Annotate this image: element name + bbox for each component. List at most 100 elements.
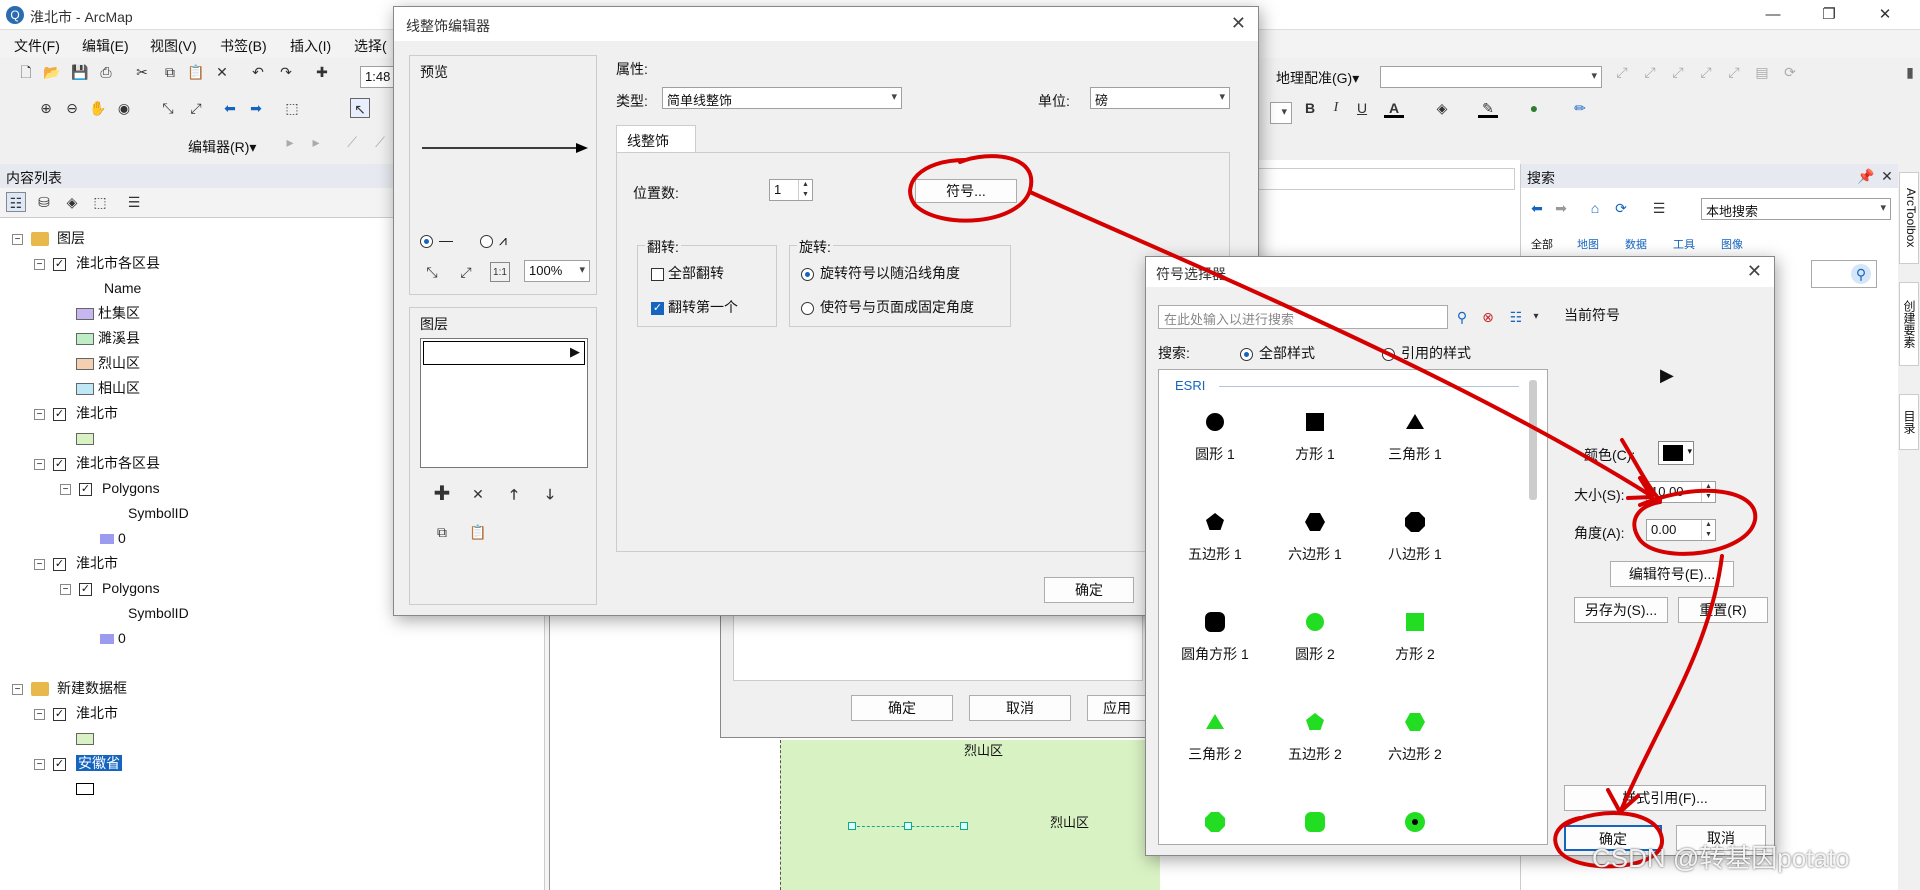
- scale-combo[interactable]: 1:48: [360, 66, 396, 88]
- symbol-item[interactable]: 八边形 1: [1375, 504, 1455, 564]
- move-down-icon[interactable]: 🡓: [540, 484, 560, 504]
- trace-icon[interactable]: ⟋: [370, 132, 390, 152]
- ok-button[interactable]: 确定: [851, 695, 953, 721]
- unit-combo[interactable]: 磅 ▾: [1090, 87, 1230, 109]
- undo-icon[interactable]: ↶: [248, 62, 268, 82]
- forward-icon[interactable]: ➡: [246, 98, 266, 118]
- table-icon[interactable]: ▤: [1752, 62, 1772, 82]
- options-icon[interactable]: ☰: [1649, 198, 1669, 218]
- symbol-item[interactable]: 三角形 2: [1175, 704, 1255, 764]
- tree-polygons[interactable]: − ✓ Polygons: [60, 478, 160, 498]
- symbol-gallery[interactable]: ESRI 圆形 1 方形 1 三角形 1 五边形 1 六边形 1 八边形 1 圆角方形 1 圆…: [1158, 369, 1548, 845]
- symbol-item[interactable]: 圆角方形 1: [1175, 604, 1255, 664]
- symbol-button[interactable]: 符号...: [915, 179, 1017, 203]
- list-by-source-icon[interactable]: ⛁: [34, 192, 54, 212]
- layers-list[interactable]: ▶: [420, 338, 588, 468]
- zoom-in-icon[interactable]: ⤡: [422, 262, 442, 282]
- full-extent-icon[interactable]: ⤢: [456, 262, 476, 282]
- pan-icon[interactable]: ✋: [88, 98, 108, 118]
- georef-menu[interactable]: 地理配准(G)▾: [1276, 68, 1359, 88]
- symbol-item[interactable]: 圆形 2: [1275, 604, 1355, 664]
- cancel-button[interactable]: 取消: [969, 695, 1071, 721]
- symbol-item[interactable]: [1275, 804, 1355, 844]
- list-by-visibility-icon[interactable]: ◈: [62, 192, 82, 212]
- editor-menu[interactable]: 编辑器(R)▾: [188, 137, 256, 157]
- forward-icon[interactable]: ➡: [1551, 198, 1571, 218]
- symbol-item[interactable]: 五边形 2: [1275, 704, 1355, 764]
- chevron-down-icon[interactable]: ▾: [1526, 307, 1546, 327]
- search-tab-images[interactable]: 图像: [1721, 236, 1743, 252]
- search-tab-all[interactable]: 全部: [1531, 236, 1553, 252]
- copy-icon[interactable]: ⧉: [432, 522, 452, 542]
- search-tab-tools[interactable]: 工具: [1673, 236, 1695, 252]
- home-icon[interactable]: ⌂: [1585, 198, 1605, 218]
- zoom-out-icon[interactable]: ⊖: [62, 98, 82, 118]
- refresh-icon[interactable]: ⟳: [1611, 198, 1631, 218]
- back-icon[interactable]: ⬅: [1527, 198, 1547, 218]
- georef-layer-combo[interactable]: ▾: [1380, 66, 1602, 88]
- symbol-item[interactable]: [1175, 804, 1255, 844]
- tree-layer-group1[interactable]: − ✓ 淮北市各区县: [34, 253, 160, 273]
- create-features-tab[interactable]: 创建要素: [1899, 282, 1919, 366]
- toolbar-grip-icon[interactable]: ▮: [1900, 62, 1920, 82]
- close-icon[interactable]: ✕: [1747, 261, 1762, 282]
- symbol-item[interactable]: 三角形 1: [1375, 404, 1455, 464]
- menu-file[interactable]: 文件(F): [14, 36, 60, 56]
- tree-layer-huaibei-2[interactable]: − ✓ 淮北市: [34, 553, 118, 573]
- tree-layer-group2[interactable]: − ✓ 淮北市各区县: [34, 453, 160, 473]
- straight-segment-icon[interactable]: ⟋: [342, 132, 362, 152]
- georef-tool2-icon[interactable]: ⤢: [1640, 62, 1660, 82]
- select-features-icon[interactable]: ⬚: [282, 98, 302, 118]
- delete-icon[interactable]: ✕: [212, 62, 232, 82]
- selection-handle[interactable]: [904, 822, 912, 830]
- fixed-zoom-out-icon[interactable]: ⤢: [186, 98, 206, 118]
- list-by-drawing-order-icon[interactable]: ☷: [6, 192, 26, 212]
- menu-selection[interactable]: 选择(: [354, 36, 387, 56]
- search-tab-data[interactable]: 数据: [1625, 236, 1647, 252]
- symbol-search-input[interactable]: 在此处输入以进行搜索: [1158, 305, 1448, 329]
- color-picker-button[interactable]: ▾: [1658, 441, 1694, 465]
- angle-stepper[interactable]: 0.00 ▲ ▼: [1646, 519, 1716, 541]
- move-up-icon[interactable]: 🡑: [504, 484, 524, 504]
- italic-button[interactable]: I: [1326, 98, 1346, 118]
- symbol-item[interactable]: 方形 2: [1375, 604, 1455, 664]
- pencil-icon[interactable]: ✏: [1570, 98, 1590, 118]
- minimize-icon[interactable]: —: [1756, 3, 1790, 27]
- georef-tool3-icon[interactable]: ⤢: [1668, 62, 1688, 82]
- save-as-button[interactable]: 另存为(S)...: [1574, 597, 1668, 623]
- pin-icon[interactable]: 📌: [1856, 166, 1876, 186]
- search-icon[interactable]: ⚲: [1851, 264, 1871, 284]
- search-scope-combo[interactable]: 本地搜索 ▾: [1701, 198, 1891, 220]
- font-size-combo[interactable]: ▾: [1270, 102, 1292, 124]
- selection-handle[interactable]: [960, 822, 968, 830]
- underline-button[interactable]: U: [1352, 98, 1372, 118]
- fixed-zoom-in-icon[interactable]: ⤡: [158, 98, 178, 118]
- georef-tool5-icon[interactable]: ⤢: [1724, 62, 1744, 82]
- close-icon[interactable]: ✕: [1877, 166, 1897, 186]
- all-styles-radio[interactable]: 全部样式: [1240, 343, 1315, 363]
- tree-layer-huaibei-3[interactable]: − ✓ 淮北市: [34, 703, 118, 723]
- reset-button[interactable]: 重置(R): [1678, 597, 1768, 623]
- tree-layer-anhui[interactable]: − ✓ 安徽省: [34, 753, 122, 773]
- rotate-icon[interactable]: ⟳: [1780, 62, 1800, 82]
- apply-button[interactable]: 应用: [1087, 695, 1147, 721]
- arctoolbox-tab[interactable]: ArcToolbox: [1899, 172, 1919, 264]
- scrollbar-thumb[interactable]: [1529, 380, 1537, 500]
- edit-annotation-icon[interactable]: ▸: [306, 132, 326, 152]
- symbol-item[interactable]: [1375, 804, 1455, 844]
- actual-size-icon[interactable]: 1:1: [490, 262, 510, 282]
- zigzag-mode-radio[interactable]: ⩘: [480, 232, 507, 249]
- close-icon[interactable]: ✕: [1868, 3, 1902, 27]
- symbol-item[interactable]: 方形 1: [1275, 404, 1355, 464]
- edit-symbol-button[interactable]: 编辑符号(E)...: [1610, 561, 1734, 587]
- menu-bookmarks[interactable]: 书签(B): [220, 36, 267, 56]
- rotate-fixed-radio[interactable]: 使符号与页面成固定角度: [801, 297, 974, 317]
- zoom-in-icon[interactable]: ⊕: [36, 98, 56, 118]
- flip-all-checkbox[interactable]: 全部翻转: [651, 263, 724, 283]
- position-count-stepper[interactable]: 1 ▲ ▼: [769, 179, 813, 201]
- menu-view[interactable]: 视图(V): [150, 36, 197, 56]
- ok-button[interactable]: 确定: [1044, 577, 1134, 603]
- select-elements-icon[interactable]: ↖: [350, 98, 370, 118]
- fill-color-icon[interactable]: ◈: [1432, 98, 1452, 118]
- new-document-icon[interactable]: 🗋: [16, 62, 36, 82]
